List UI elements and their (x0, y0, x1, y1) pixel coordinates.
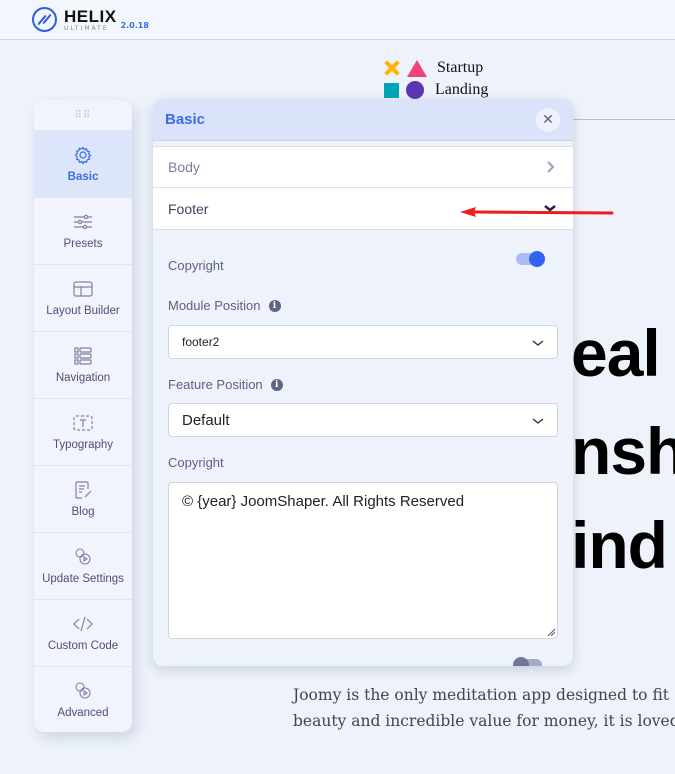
hero-heading-line: ind (571, 508, 668, 582)
chevron-down-icon (532, 418, 544, 424)
accordion-label: Body (168, 159, 200, 175)
sidebar-item-label: Custom Code (47, 640, 119, 652)
code-icon (73, 616, 93, 632)
sidebar-item-label: Advanced (57, 707, 109, 719)
helix-logo[interactable]: HELIX ULTIMATE 2.0.18 (32, 7, 149, 32)
circle-icon (406, 81, 424, 99)
sidebar-item-label: Typography (52, 439, 114, 451)
chevron-down-icon (532, 340, 544, 346)
sliders-icon (74, 214, 92, 230)
edit-document-icon (75, 481, 92, 499)
sidebar-item-advanced[interactable]: Advanced (34, 666, 132, 733)
gear-icon (74, 146, 92, 165)
resize-handle-icon[interactable] (547, 628, 555, 636)
accordion-body[interactable]: Body (153, 146, 573, 188)
copyright-toggle[interactable] (516, 251, 545, 267)
sidebar-item-layout-builder[interactable]: Layout Builder (34, 264, 132, 331)
legend-label: Startup (437, 59, 484, 76)
drag-handle[interactable]: ⠿⠿ (34, 100, 132, 130)
text-icon (73, 415, 93, 431)
copyright-toggle-label: Copyright (168, 258, 224, 273)
accordion-label: Footer (168, 200, 209, 217)
sidebar-item-blog[interactable]: Blog (34, 465, 132, 532)
hero-heading-line: nsh (571, 414, 675, 488)
label-text: Copyright (168, 455, 224, 470)
sidebar-item-presets[interactable]: Presets (34, 197, 132, 264)
x-mark-icon (383, 59, 401, 77)
sidebar-item-navigation[interactable]: Navigation (34, 331, 132, 398)
accordion-footer[interactable]: Footer (153, 188, 573, 230)
panel-header: Basic ✕ (153, 99, 573, 141)
sidebar-item-basic[interactable]: Basic (34, 130, 132, 197)
app-subtitle: ULTIMATE (64, 24, 109, 32)
module-position-label: Module Position i (168, 298, 281, 313)
list-icon (74, 347, 92, 365)
label-text: Copyright (168, 258, 224, 273)
helix-logo-icon (32, 7, 57, 32)
square-icon (384, 82, 399, 98)
settings-cogs-icon (75, 548, 91, 565)
sidebar-item-custom-code[interactable]: Custom Code (34, 599, 132, 666)
panel-title: Basic (165, 111, 206, 128)
label-text: Feature Position (168, 377, 263, 392)
close-icon: ✕ (542, 112, 554, 128)
feature-position-label: Feature Position i (168, 377, 283, 392)
legend: Startup Landing (383, 57, 488, 101)
divider (573, 119, 675, 120)
description-line: beauty and incredible value for money, i… (293, 712, 675, 730)
sidebar-item-label: Blog (71, 506, 95, 518)
sidebar-item-label: Layout Builder (46, 305, 120, 317)
top-bar: HELIX ULTIMATE 2.0.18 (0, 0, 675, 40)
hero-heading-line: eal (571, 316, 661, 390)
drag-dots-icon: ⠿⠿ (74, 109, 92, 121)
settings-panel: Basic ✕ Body Footer Copyright Module Pos… (153, 99, 573, 666)
textarea-value: © {year} JoomShaper. All Rights Reserved (182, 493, 465, 510)
app-name: HELIX (64, 6, 117, 26)
legend-item-landing: Landing (383, 79, 488, 101)
chevron-down-icon (544, 205, 556, 212)
next-toggle[interactable] (513, 657, 542, 666)
advanced-cogs-icon (75, 682, 91, 699)
sidebar-item-label: Basic (67, 171, 99, 183)
layout-icon (73, 281, 93, 297)
select-value: footer2 (182, 335, 220, 349)
sidebar-item-label: Update Settings (42, 573, 124, 585)
label-text: Module Position (168, 298, 261, 313)
sidebar-item-typography[interactable]: Typography (34, 398, 132, 465)
toggle-knob (529, 251, 545, 267)
legend-label: Landing (435, 81, 489, 98)
select-value: Default (182, 411, 230, 429)
sidebar-item-update-settings[interactable]: Update Settings (34, 532, 132, 599)
close-button[interactable]: ✕ (536, 108, 560, 132)
sidebar: ⠿⠿ Basic Presets Layout Builder Navigati… (34, 100, 132, 732)
info-icon[interactable]: i (268, 299, 281, 312)
chevron-right-icon (547, 161, 555, 173)
copyright-textarea[interactable]: © {year} JoomShaper. All Rights Reserved (168, 482, 558, 639)
triangle-icon (407, 59, 427, 77)
feature-position-select[interactable]: Default (168, 403, 558, 437)
info-icon[interactable]: i (270, 378, 283, 391)
sidebar-item-label: Navigation (55, 372, 111, 384)
sidebar-item-label: Presets (63, 238, 103, 250)
toggle-knob (513, 657, 529, 666)
copyright-text-label: Copyright (168, 455, 224, 470)
legend-item-startup: Startup (383, 57, 488, 79)
module-position-select[interactable]: footer2 (168, 325, 558, 359)
description-line: Joomy is the only meditation app designe… (293, 686, 670, 704)
app-version: 2.0.18 (120, 21, 149, 30)
